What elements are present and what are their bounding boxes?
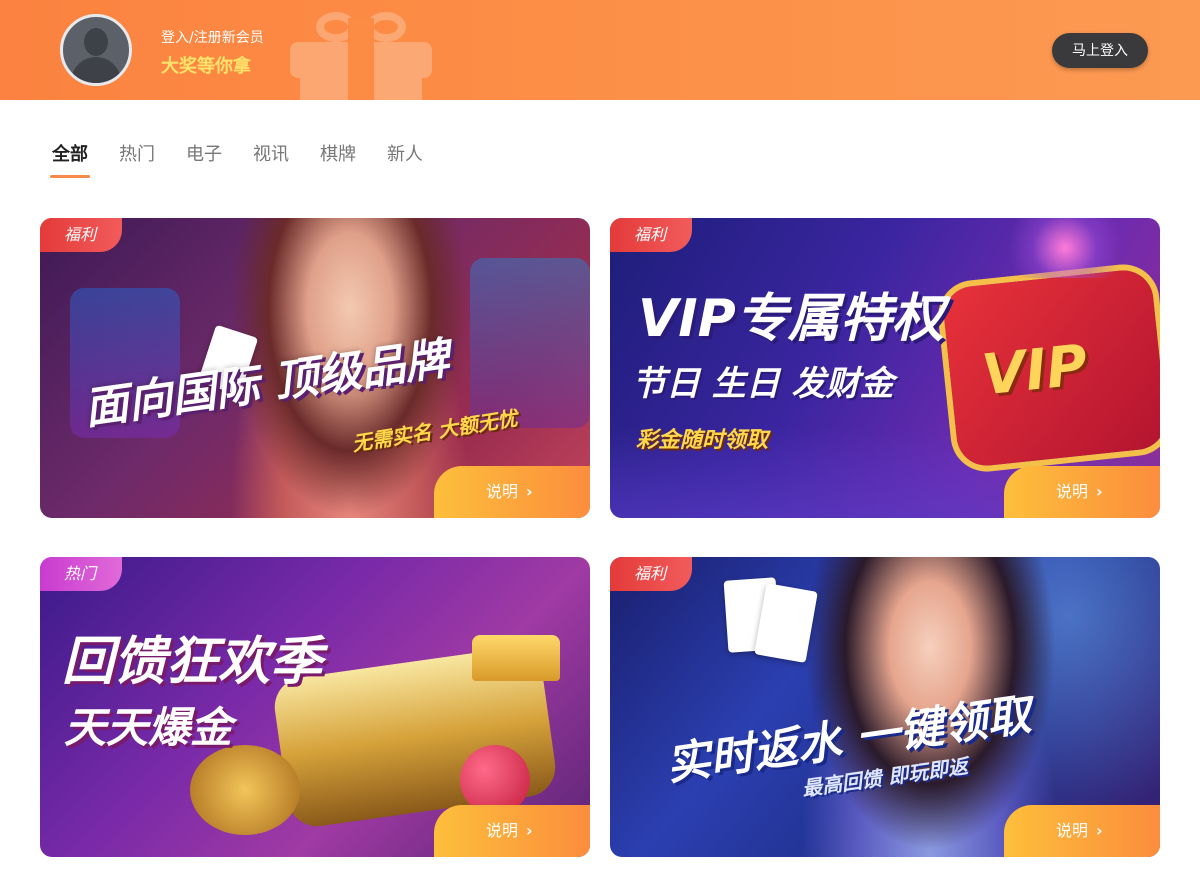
card-subline: 天天爆金 [64,703,233,752]
explain-label: 说明 [1056,821,1089,840]
tab-all[interactable]: 全部 [50,140,90,180]
tab-new-user[interactable]: 新人 [387,140,423,180]
vip-badge-text: VIP [979,332,1091,409]
tab-live[interactable]: 视讯 [253,140,289,180]
crown-graphic [472,635,560,681]
avatar[interactable] [60,14,132,86]
explain-button[interactable]: 说明 › [434,805,590,857]
chevron-right-icon: › [526,482,533,501]
header-banner: 登入/注册新会员 大奖等你拿 马上登入 [0,0,1200,100]
fireworks-graphic [990,218,1140,278]
chevron-right-icon: › [526,821,533,840]
slot-machine-right-graphic [470,258,590,428]
tab-card-games[interactable]: 棋牌 [320,140,356,180]
promo-card-international-brand[interactable]: 福利 面向国际 顶级品牌 无需实名 大额无忧 说明 › [40,218,590,518]
explain-button[interactable]: 说明 › [1004,466,1160,518]
explain-label: 说明 [486,482,519,501]
category-tabs: 全部 热门 电子 视讯 棋牌 新人 [50,140,454,180]
tag-badge: 福利 [610,218,693,252]
explain-label: 说明 [486,821,519,840]
card-headline: 回馈狂欢季 [62,632,323,692]
explain-button[interactable]: 说明 › [1004,805,1160,857]
card-extra-line: 彩金随时领取 [636,428,769,453]
card-subline: 节日 生日 发财金 [632,364,894,404]
tag-badge: 福利 [40,218,123,252]
tag-badge: 热门 [40,557,123,591]
explain-button[interactable]: 说明 › [434,466,590,518]
tab-hot[interactable]: 热门 [119,140,155,180]
promo-card-instant-rebate[interactable]: 福利 实时返水 一键领取 最高回馈 即玩即返 说明 › [610,557,1160,857]
explain-label: 说明 [1056,482,1089,501]
gift-icon [290,12,432,100]
card-headline: VIP专属特权 [638,289,944,349]
header-promo-title: 大奖等你拿 [161,56,251,77]
login-register-link[interactable]: 登入/注册新会员 [161,27,264,47]
promo-card-vip-privilege[interactable]: VIP 福利 VIP专属特权 节日 生日 发财金 彩金随时领取 说明 › [610,218,1160,518]
promo-card-feedback-carnival[interactable]: 热门 回馈狂欢季 天天爆金 说明 › [40,557,590,857]
tab-electronic[interactable]: 电子 [186,140,222,180]
vip-badge-graphic: VIP [941,267,1160,469]
chevron-right-icon: › [1096,482,1103,501]
tag-badge: 福利 [610,557,693,591]
login-button[interactable]: 马上登入 [1052,33,1148,68]
casino-coins-graphic [190,745,300,835]
chevron-right-icon: › [1096,821,1103,840]
